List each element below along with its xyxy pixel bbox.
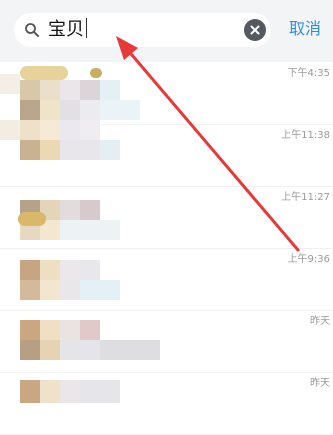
pixelated-block (60, 220, 120, 240)
pixelated-block (100, 100, 140, 120)
message-time: 昨天 (310, 316, 330, 327)
pixelated-block (80, 260, 100, 280)
pixelated-block (100, 80, 120, 100)
pixelated-block (20, 100, 40, 120)
pixelated-block (40, 260, 60, 280)
message-time: 昨天 (310, 378, 330, 389)
pixelated-block (100, 140, 120, 160)
pixelated-block (60, 100, 80, 120)
pixelated-avatar (0, 74, 20, 94)
pixelated-block (80, 120, 100, 140)
search-query-text: 宝贝 (48, 18, 87, 42)
pixelated-block (40, 120, 60, 140)
pixelated-block (40, 380, 60, 403)
pixelated-block (90, 68, 102, 78)
pixelated-block (80, 80, 100, 100)
search-icon (25, 23, 39, 37)
pixelated-block (20, 140, 40, 160)
pixelated-block (100, 340, 160, 360)
message-time: 下午4:35 (287, 68, 330, 79)
pixelated-block (60, 120, 80, 140)
cancel-button[interactable]: 取消 (289, 17, 321, 41)
pixelated-avatar (0, 120, 20, 140)
text-caret (86, 18, 87, 38)
pixelated-block (60, 380, 80, 403)
pixelated-avatar (20, 260, 40, 280)
pixelated-block (40, 140, 60, 160)
pixelated-block (40, 340, 60, 360)
pixelated-block (20, 80, 40, 100)
pixelated-block (40, 280, 60, 300)
pixelated-block (80, 320, 100, 340)
pixelated-block (60, 280, 80, 300)
pixelated-block (60, 140, 100, 160)
message-time: 上午9:36 (287, 254, 330, 265)
pixelated-block (40, 100, 60, 120)
pixelated-avatar (20, 320, 40, 340)
pixelated-block (60, 260, 80, 280)
pixelated-block (18, 212, 46, 226)
search-input[interactable]: 宝贝 (14, 13, 271, 47)
pixelated-block (80, 200, 100, 220)
pixelated-block (40, 80, 60, 100)
pixelated-block (80, 380, 120, 403)
message-time: 上午11:38 (281, 130, 330, 141)
pixelated-avatar (20, 380, 40, 403)
close-icon (250, 25, 260, 35)
clear-icon[interactable] (244, 19, 266, 41)
pixelated-block (60, 80, 80, 100)
search-bar: 宝贝 取消 (0, 0, 333, 62)
pixelated-block (40, 320, 60, 340)
pixelated-block (80, 100, 100, 120)
message-time: 上午11:27 (281, 192, 330, 203)
pixelated-block (60, 340, 100, 360)
pixelated-block (60, 200, 80, 220)
pixelated-avatar (20, 66, 68, 80)
pixelated-block (20, 280, 40, 300)
search-results-list: 下午4:35 上午11:38 上午11:27 上午9:36 昨天 昨天 (0, 62, 333, 435)
pixelated-block (80, 280, 120, 300)
pixelated-block (60, 320, 80, 340)
pixelated-block (20, 120, 40, 140)
pixelated-block (20, 340, 40, 360)
